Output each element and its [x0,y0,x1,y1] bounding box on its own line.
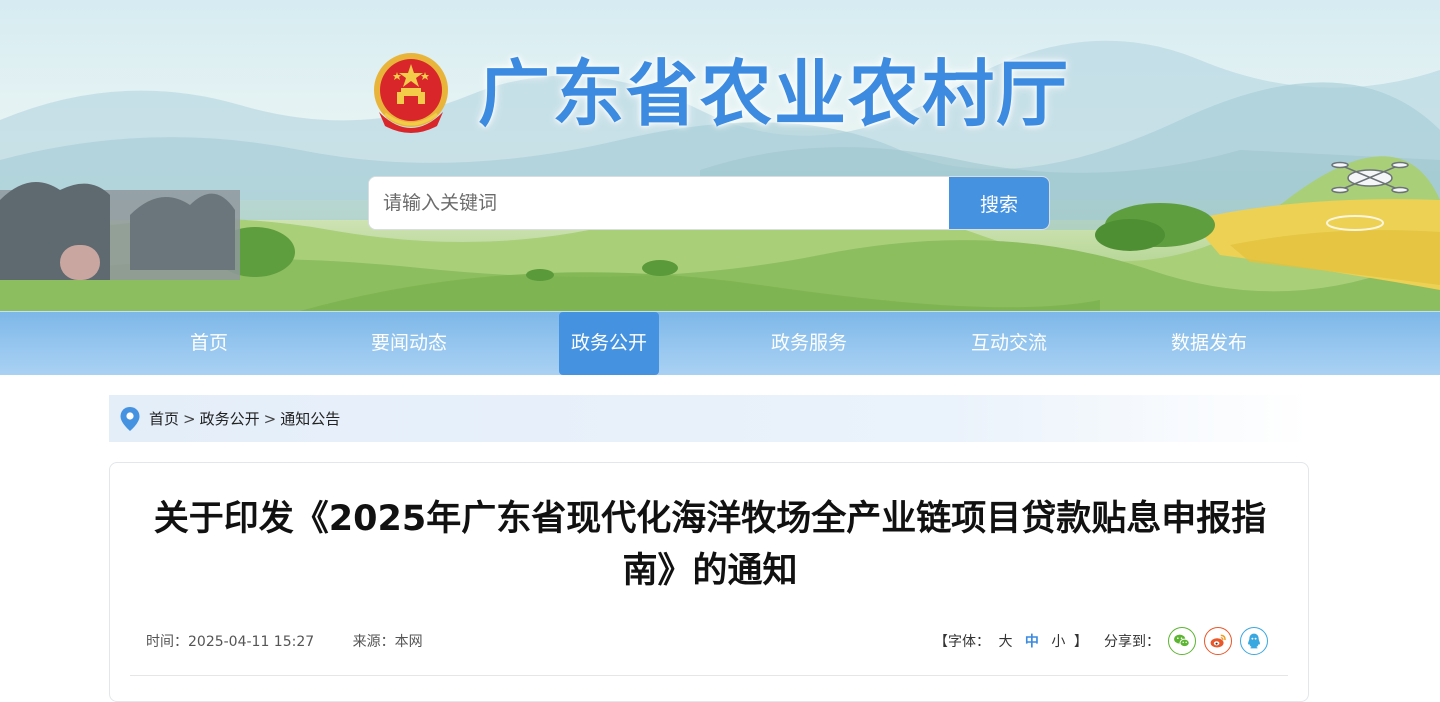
font-size-close: 】 [1073,634,1088,650]
time-label: 时间： [146,634,188,650]
search-button[interactable]: 搜索 [949,177,1049,229]
share-label: 分享到： [1104,634,1160,650]
wechat-icon[interactable] [1168,627,1196,655]
location-pin-icon [120,406,140,431]
meta-divider [130,675,1288,676]
font-size-large-button[interactable]: 大 [998,634,1012,650]
source-label: 来源： [352,634,395,650]
time-value: 2025-04-11 15:27 [188,634,315,650]
nav-item-news[interactable]: 要闻动态 [359,312,459,375]
nav-item-home[interactable]: 首页 [159,312,259,375]
article-source: 来源：本网 [353,634,423,650]
article-title: 关于印发《2025年广东省现代化海洋牧场全产业链项目贷款贴息申报指南》的通知 [153,499,1267,591]
qq-icon[interactable] [1240,627,1268,655]
search-input[interactable] [369,177,949,229]
nav-item-gov-affairs[interactable]: 政务公开 [559,312,659,375]
breadcrumb: 首页 > 政务公开 > 通知公告 [109,395,1309,442]
main-nav: 首页 要闻动态 政务公开 政务服务 互动交流 数据发布 [0,311,1440,375]
header-banner: 广东省农业农村厅 搜索 [0,0,1440,311]
article-meta: 时间：2025-04-11 15:27 来源：本网 [146,631,457,651]
landscape-illustration [0,40,1440,311]
article-card: 关于印发《2025年广东省现代化海洋牧场全产业链项目贷款贴息申报指南》的通知 时… [109,462,1309,702]
nav-item-interaction[interactable]: 互动交流 [959,312,1059,375]
national-emblem-icon [374,53,448,133]
search-bar: 搜索 [368,176,1050,230]
weibo-icon[interactable] [1204,627,1232,655]
font-size-control: 【字体： 大 中 小 】 [934,631,1088,651]
site-title: 广东省农业农村厅 [478,52,1071,136]
font-size-open: 【字体： [934,634,990,650]
nav-item-gov-services[interactable]: 政务服务 [759,312,859,375]
breadcrumb-separator: > [263,409,277,428]
publish-time: 时间：2025-04-11 15:27 [146,634,314,650]
breadcrumb-separator: > [183,409,196,428]
nav-item-data-release[interactable]: 数据发布 [1159,312,1259,375]
breadcrumb-notices[interactable]: 通知公告 [280,408,340,429]
font-size-medium-button[interactable]: 中 [1025,634,1039,650]
breadcrumb-home[interactable]: 首页 [149,408,179,429]
source-value: 本网 [394,634,423,650]
font-size-small-button[interactable]: 小 [1051,634,1065,650]
breadcrumb-gov-affairs[interactable]: 政务公开 [200,408,260,429]
